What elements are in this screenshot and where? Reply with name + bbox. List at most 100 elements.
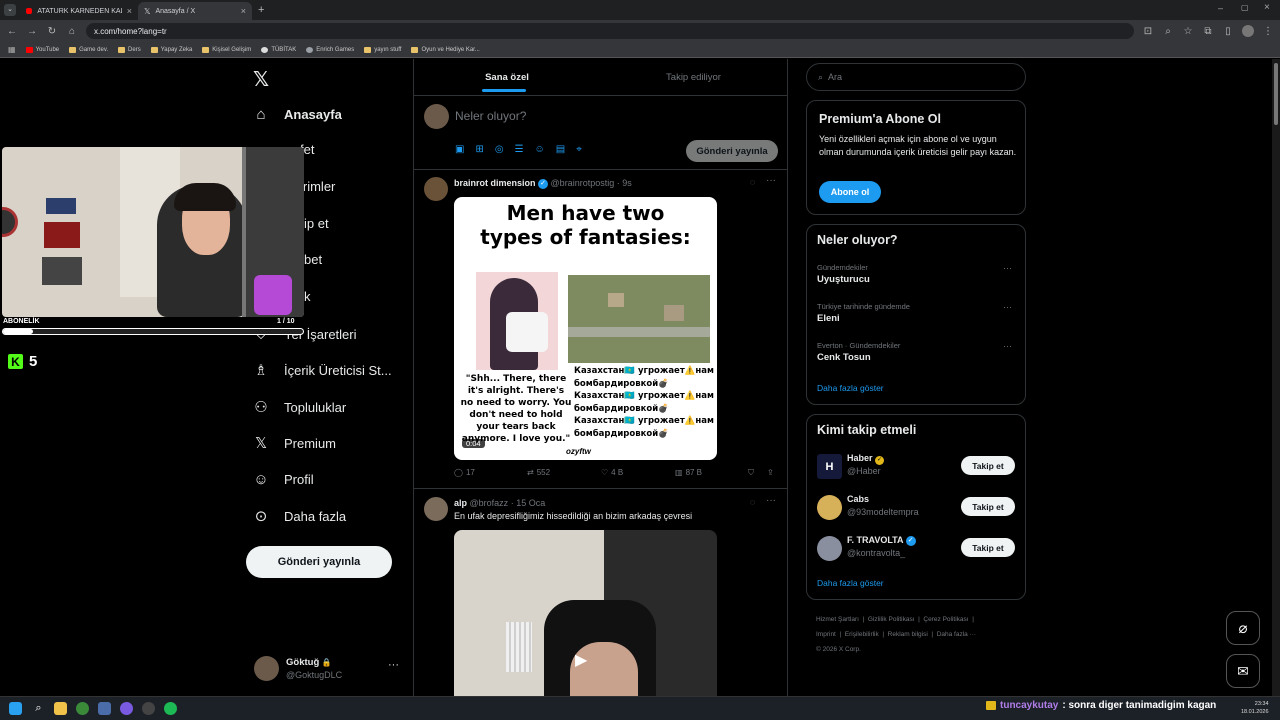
zoom-icon[interactable]: ⌕ xyxy=(1162,26,1174,37)
trend-item[interactable]: Everton · Gündemdekiler Cenk Tosun ··· xyxy=(817,341,1017,367)
close-icon[interactable]: × xyxy=(241,6,246,16)
bookmark-item[interactable]: Enrich Games xyxy=(306,46,354,53)
browser-tab-youtube[interactable]: ATATÜRK KARNEDEN KALDIRI... × xyxy=(20,2,138,20)
bookmark-item[interactable]: YouTube xyxy=(25,46,59,53)
minimize-button[interactable]: – xyxy=(1218,3,1223,13)
post[interactable]: alp @brofazz · 15 Oca ◌ ··· En ufak depr… xyxy=(414,489,787,696)
nav-chat[interactable]: bet xyxy=(304,252,322,267)
more-icon[interactable]: ··· xyxy=(1003,302,1012,312)
x-logo-icon[interactable]: 𝕏 xyxy=(253,67,269,92)
bookmark-item[interactable]: Kişisel Gelişim xyxy=(202,46,251,53)
post-author-handle[interactable]: @brainrotpostig xyxy=(551,178,615,188)
windows-start-icon[interactable] xyxy=(9,702,22,715)
image-icon[interactable]: ▣ xyxy=(455,144,464,155)
reply-button[interactable]: ◯ 17 xyxy=(454,468,475,477)
footer-link[interactable]: Hizmet Şartları xyxy=(816,616,859,623)
bookmark-item[interactable]: Game dev. xyxy=(69,46,108,53)
app-icon[interactable] xyxy=(98,702,111,715)
footer-link[interactable]: Imprint xyxy=(816,631,836,638)
grok-icon[interactable]: ◎ xyxy=(495,144,504,155)
sidepanel-icon[interactable]: ▯ xyxy=(1222,26,1234,37)
location-icon[interactable]: ⌖ xyxy=(576,144,582,155)
nav-grok[interactable]: k xyxy=(304,289,311,304)
nav-communities[interactable]: ⚇ Topluluklar xyxy=(252,398,346,416)
more-icon[interactable]: ··· xyxy=(388,659,399,671)
compose-post-button[interactable]: Gönderi yayınla xyxy=(686,140,778,162)
bookmark-item[interactable]: Yapay Zeka xyxy=(150,46,192,53)
subscribe-button[interactable]: Abone ol xyxy=(819,181,881,203)
footer-link[interactable]: Reklam bilgisi xyxy=(888,631,928,638)
scrollbar-thumb[interactable] xyxy=(1274,63,1278,125)
bookmark-star-icon[interactable]: ☆ xyxy=(1182,26,1194,37)
close-icon[interactable]: × xyxy=(127,6,132,16)
nav-premium[interactable]: 𝕏 Premium xyxy=(252,434,336,452)
file-explorer-icon[interactable] xyxy=(54,702,67,715)
footer-link[interactable]: Çerez Politikası xyxy=(923,616,968,623)
post-author-handle[interactable]: @brofazz xyxy=(470,498,509,508)
address-bar[interactable]: x.com/home?lang=tr xyxy=(86,23,1134,39)
bookmark-item[interactable]: Ders xyxy=(118,46,141,53)
post-author-name[interactable]: brainrot dimension xyxy=(454,178,536,188)
follow-button[interactable]: Takip et xyxy=(961,456,1015,475)
page-scrollbar[interactable] xyxy=(1272,59,1280,696)
follow-suggestion[interactable]: H Haber ✓ @Haber Takip et xyxy=(807,452,1025,482)
nav-follow[interactable]: ip et xyxy=(304,216,329,231)
post-time[interactable]: 9s xyxy=(622,178,632,188)
footer-link[interactable]: Erişilebilirlik xyxy=(845,631,879,638)
chrome-icon[interactable] xyxy=(76,702,89,715)
follow-suggestion[interactable]: F. TRAVOLTA ✓ @kontravolta_ Takip et xyxy=(807,534,1025,564)
share-button[interactable]: ⇪ xyxy=(767,468,774,477)
bookmark-button[interactable]: ⛉ xyxy=(748,468,754,478)
browser-tab-x[interactable]: 𝕏 Anasayfa / X × xyxy=(138,2,252,20)
install-icon[interactable]: ⊡ xyxy=(1142,26,1154,37)
post-time[interactable]: 15 Oca xyxy=(516,498,545,508)
new-tab-button[interactable]: + xyxy=(258,4,264,16)
emoji-icon[interactable]: ☺ xyxy=(535,144,545,155)
spotify-icon[interactable] xyxy=(164,702,177,715)
obs-icon[interactable] xyxy=(142,702,155,715)
grok-icon[interactable]: ◌ xyxy=(750,497,755,507)
reload-icon[interactable]: ↻ xyxy=(46,26,58,37)
messages-float-button[interactable]: ✉ xyxy=(1226,654,1260,688)
account-switcher[interactable]: Göktuğ 🔒 @GoktugDLC ··· xyxy=(252,653,402,683)
post-media-video[interactable]: Men have two types of fantasies: "Shh...… xyxy=(454,197,717,460)
nav-more[interactable]: ⊙ Daha fazla xyxy=(252,507,346,525)
post-media-video[interactable]: ▶ xyxy=(454,530,717,696)
grok-icon[interactable]: ◌ xyxy=(750,177,755,187)
trend-item[interactable]: Türkiye tarihinde gündemde Eleni ··· xyxy=(817,302,1017,328)
post-avatar[interactable] xyxy=(424,177,448,201)
discord-icon[interactable] xyxy=(120,702,133,715)
repost-button[interactable]: ⇄ 552 xyxy=(527,468,550,477)
schedule-icon[interactable]: ▤ xyxy=(556,144,565,155)
tab-search-icon[interactable]: ⌄ xyxy=(4,4,16,16)
show-more-trends[interactable]: Daha fazla göster xyxy=(817,383,884,393)
menu-icon[interactable]: ⋮ xyxy=(1262,26,1274,37)
home-icon[interactable]: ⌂ xyxy=(66,26,78,37)
follow-button[interactable]: Takip et xyxy=(961,497,1015,516)
nav-profile[interactable]: ☺ Profil xyxy=(252,470,313,488)
more-icon[interactable]: ··· xyxy=(766,175,776,186)
back-icon[interactable]: ← xyxy=(6,26,18,37)
nav-notifications[interactable]: irimler xyxy=(300,179,335,194)
like-button[interactable]: ♡ 4 B xyxy=(601,468,623,477)
more-icon[interactable]: ··· xyxy=(766,495,776,506)
post-button[interactable]: Gönderi yayınla xyxy=(246,546,392,578)
footer-link[interactable]: Daha fazla ··· xyxy=(937,631,976,638)
post-author-name[interactable]: alp xyxy=(454,498,467,508)
views-button[interactable]: ▥ 87 B xyxy=(675,468,702,477)
more-icon[interactable]: ··· xyxy=(1003,263,1012,273)
post[interactable]: brainrot dimension ✓ @brainrotpostig · 9… xyxy=(414,170,787,489)
apps-icon[interactable]: ▦ xyxy=(8,45,16,54)
follow-suggestion[interactable]: Cabs @93modeltempra Takip et xyxy=(807,493,1025,523)
search-icon[interactable]: ⌕ xyxy=(32,702,45,715)
poll-icon[interactable]: ☰ xyxy=(515,144,524,155)
gif-icon[interactable]: ⊞ xyxy=(475,144,483,155)
bookmark-item[interactable]: yayın stuff xyxy=(364,46,401,53)
forward-icon[interactable]: → xyxy=(26,26,38,37)
more-icon[interactable]: ··· xyxy=(1003,341,1012,351)
extensions-icon[interactable]: ⧉ xyxy=(1202,26,1214,37)
footer-link[interactable]: Gizlilik Politikası xyxy=(868,616,915,623)
compose-input[interactable]: Neler oluyor? xyxy=(455,109,526,123)
bookmark-item[interactable]: Oyun ve Hediye Kar... xyxy=(411,46,480,53)
search-input[interactable]: ⌕ Ara xyxy=(806,63,1026,91)
